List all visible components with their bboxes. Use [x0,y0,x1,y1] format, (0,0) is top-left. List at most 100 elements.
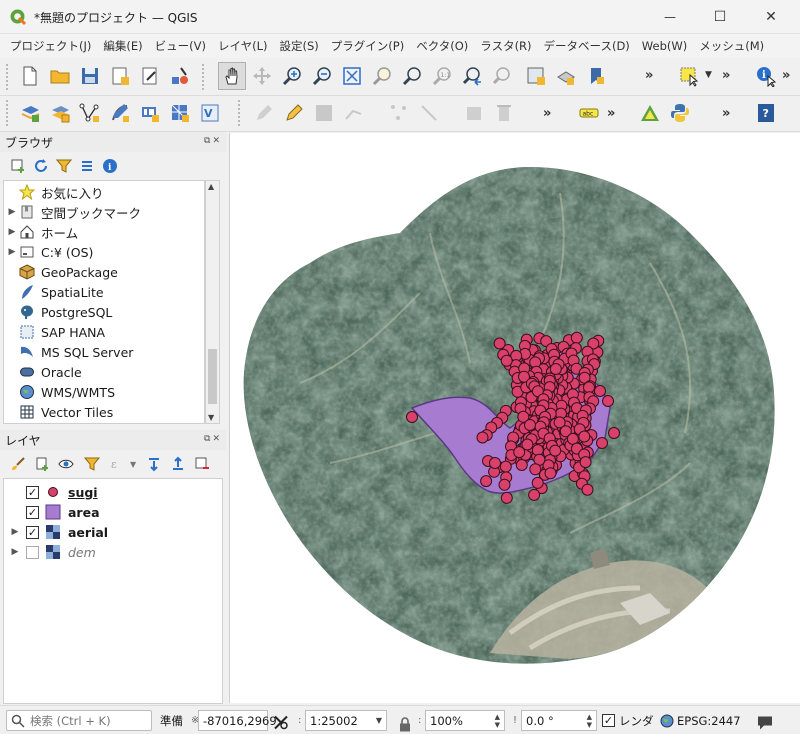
layer-visibility-checkbox[interactable] [26,545,39,559]
expand-arrow-icon[interactable]: ▶ [6,247,18,257]
remove-layer-button[interactable] [192,454,212,474]
magnifier-spinbox[interactable]: 100% ▲ ▼ [425,710,505,731]
label-toolbar-button[interactable]: abc [575,99,603,127]
collapse-all-layers-button[interactable] [168,454,188,474]
open-project-button[interactable] [46,62,74,90]
cut-features-button[interactable] [490,99,518,127]
menu-settings[interactable]: 設定(S) [274,38,325,54]
expand-arrow-icon[interactable]: ▶ [6,207,18,217]
layer-row-dem[interactable]: ▶ dem [4,542,222,562]
browser-item-geopackage[interactable]: GeoPackage [4,262,204,282]
layout-manager-button[interactable] [136,62,164,90]
new-map-view-button[interactable] [522,62,550,90]
add-virtual-layer-button[interactable]: V [196,99,224,127]
toolbar-grip[interactable] [238,100,242,126]
zoom-full-button[interactable] [338,62,366,90]
scroll-down-icon[interactable]: ▼ [208,413,214,422]
pan-map-button[interactable] [218,62,246,90]
menu-raster[interactable]: ラスタ(R) [474,38,537,54]
new-3d-view-button[interactable] [552,62,580,90]
zoom-to-selection-button[interactable] [368,62,396,90]
menu-mesh[interactable]: メッシュ(M) [693,38,770,54]
browser-item-spatial-bookmarks[interactable]: ▶ 空間ブックマーク [4,202,204,222]
toolbar-grip[interactable] [6,64,10,90]
new-print-layout-button[interactable] [106,62,134,90]
pan-to-selection-button[interactable] [248,62,276,90]
add-selected-layers-button[interactable] [8,156,28,176]
layer-visibility-checkbox[interactable]: ✓ [26,485,39,499]
panel-float-close-icon[interactable]: ⧉✕ [204,434,222,444]
filter-expression-button[interactable]: ε [108,454,128,474]
browser-scrollbar[interactable]: ▲ ▼ [205,180,220,424]
menu-edit[interactable]: 編集(E) [97,38,148,54]
add-wms-button[interactable] [136,99,164,127]
zoom-in-button[interactable] [278,62,306,90]
menu-plugins[interactable]: プラグイン(P) [325,38,410,54]
menu-database[interactable]: データベース(D) [538,38,636,54]
lock-icon[interactable] [398,714,412,734]
processing-button[interactable] [636,99,664,127]
zoom-native-button[interactable]: 1:1 [428,62,456,90]
layer-row-area[interactable]: ✓ area [4,502,222,522]
rotation-spinbox[interactable]: 0.0 ° ▲ ▼ [521,710,597,731]
zoom-last-button[interactable] [458,62,486,90]
add-raster-button[interactable] [46,99,74,127]
layer-visibility-checkbox[interactable]: ✓ [26,505,39,519]
minimize-button[interactable]: — [647,0,693,34]
scale-combo[interactable]: 1:25002 ▼ [305,710,387,731]
save-edits-button[interactable] [310,99,338,127]
browser-item-mssql[interactable]: MS SQL Server [4,342,204,362]
render-checkbox[interactable]: ✓ [602,714,615,727]
browser-item-vector-tiles[interactable]: Vector Tiles [4,402,204,422]
menu-vector[interactable]: ベクタ(O) [410,38,474,54]
toolbar-overflow-6[interactable]: » [722,106,731,121]
menu-project[interactable]: プロジェクト(J) [4,38,97,54]
layer-row-aerial[interactable]: ▶ ✓ aerial [4,522,222,542]
browser-item-home[interactable]: ▶ ホーム [4,222,204,242]
add-vector-button[interactable] [76,99,104,127]
messages-icon[interactable] [756,712,774,733]
delete-selected-button[interactable] [460,99,488,127]
maximize-button[interactable]: ☐ [697,0,743,34]
expand-arrow-icon[interactable]: ▶ [4,527,26,537]
toolbar-overflow-5[interactable]: » [607,106,616,121]
crs-button[interactable]: EPSG:2447 [660,710,741,731]
filter-legend-button[interactable] [82,454,102,474]
browser-item-drive[interactable]: ▶ C:¥ (OS) [4,242,204,262]
panel-float-close-icon[interactable]: ⧉✕ [204,136,222,146]
current-edits-button[interactable] [250,99,278,127]
add-delimited-text-button[interactable] [106,99,134,127]
layer-row-sugi[interactable]: ✓ sugi [4,482,222,502]
add-mesh-button[interactable] [166,99,194,127]
toolbar-grip[interactable] [6,100,10,126]
scroll-up-icon[interactable]: ▲ [208,182,214,191]
browser-item-spatialite[interactable]: SpatiaLite [4,282,204,302]
python-console-button[interactable] [666,99,694,127]
spin-arrows-icon[interactable]: ▲ ▼ [587,713,592,729]
zoom-to-layer-button[interactable] [398,62,426,90]
data-source-manager-button[interactable] [16,99,44,127]
locator-search-field[interactable]: 検索 (Ctrl + K) [6,710,152,731]
zoom-next-button[interactable] [488,62,516,90]
layer-visibility-checkbox[interactable]: ✓ [26,525,39,539]
toolbar-grip[interactable] [202,64,206,90]
add-group-button[interactable] [32,454,52,474]
modify-attributes-button[interactable] [415,99,443,127]
render-toggle[interactable]: ✓ レンダ [602,710,654,731]
style-manager-button[interactable] [166,62,194,90]
manage-visibility-button[interactable] [56,454,76,474]
identify-features-button[interactable]: i [752,62,780,90]
browser-item-sap-hana[interactable]: SAP HANA [4,322,204,342]
zoom-out-button[interactable] [308,62,336,90]
toolbar-overflow-2[interactable]: » [722,68,731,83]
save-project-button[interactable] [76,62,104,90]
toolbar-overflow-3[interactable]: » [782,68,791,83]
menu-web[interactable]: Web(W) [636,39,693,53]
expand-arrow-icon[interactable]: ▶ [4,547,26,557]
scrollbar-thumb[interactable] [208,349,217,404]
menu-view[interactable]: ビュー(V) [149,38,212,54]
help-button[interactable]: ? [752,99,780,127]
dropdown-icon[interactable]: ▼ [130,460,136,469]
new-project-button[interactable] [16,62,44,90]
vertex-tool-button[interactable] [385,99,413,127]
